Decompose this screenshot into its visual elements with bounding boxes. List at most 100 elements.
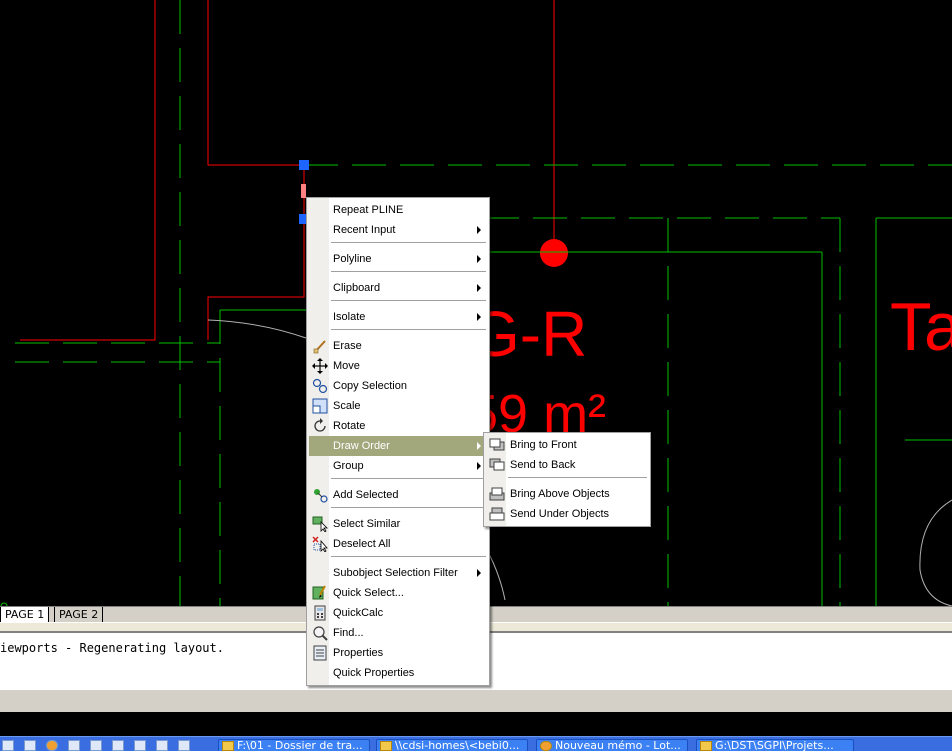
draw-order-submenu: Bring to Front Send to Back Bring Above … — [483, 432, 651, 527]
taskbar-item-memo[interactable]: Nouveau mémo - Lot... — [536, 739, 688, 751]
submenu-arrow-icon — [477, 313, 481, 321]
menu-item-label: Quick Select... — [333, 587, 404, 599]
menu-item-quick-properties[interactable]: Quick Properties — [309, 663, 487, 683]
menu-item-send-under-objects[interactable]: Send Under Objects — [486, 504, 648, 524]
grey-curve — [487, 551, 506, 601]
red-node-marker — [540, 239, 568, 267]
menu-item-rotate[interactable]: Rotate — [309, 416, 487, 436]
menu-item-label: Isolate — [333, 311, 366, 323]
menu-item-draw-order[interactable]: Draw Order — [309, 436, 487, 456]
menu-item-label: Move — [333, 360, 360, 372]
menu-item-label: Bring Above Objects — [510, 488, 610, 500]
taskbar-item-label: \\cdsi-homes\<bebi0... — [395, 739, 520, 751]
grey-curve — [207, 319, 307, 339]
send-under-icon — [489, 507, 505, 521]
taskbar-item-folder-2[interactable]: \\cdsi-homes\<bebi0... — [376, 739, 528, 751]
menu-item-deselect-all[interactable]: Deselect All — [309, 534, 487, 554]
submenu-arrow-icon — [477, 226, 481, 234]
menu-item-label: Subobject Selection Filter — [333, 567, 458, 579]
taskbar-item-label: F:\01 - Dossier de tra... — [237, 739, 363, 751]
menu-item-label: Properties — [333, 647, 384, 659]
menu-item-quick-select[interactable]: Quick Select... — [309, 583, 487, 603]
calculator-icon — [314, 605, 326, 621]
menu-item-repeat-pline[interactable]: Repeat PLINE — [309, 200, 487, 220]
submenu-arrow-icon — [477, 255, 481, 263]
context-menu: Repeat PLINE Recent Input Polyline Clipb… — [306, 197, 490, 686]
tab-page-1[interactable]: PAGE 1 — [0, 607, 50, 623]
menu-item-group[interactable]: Group — [309, 456, 487, 476]
menu-item-scale[interactable]: Scale — [309, 396, 487, 416]
menu-item-label: Clipboard — [333, 282, 381, 294]
menu-separator — [508, 477, 647, 479]
properties-icon — [313, 645, 327, 661]
taskbar-item-folder-1[interactable]: F:\01 - Dossier de tra... — [218, 739, 370, 751]
quicklaunch-icon[interactable] — [134, 740, 146, 751]
submenu-arrow-icon — [477, 569, 481, 577]
menu-item-label: Find... — [333, 627, 364, 639]
menu-separator — [331, 556, 486, 558]
menu-item-label: Deselect All — [333, 538, 391, 550]
submenu-arrow-icon — [477, 462, 481, 470]
send-to-back-icon — [489, 458, 505, 471]
menu-item-bring-to-front[interactable]: Bring to Front — [486, 435, 648, 455]
menu-separator — [331, 329, 486, 331]
selection-grip-midpoint[interactable] — [301, 184, 306, 198]
move-icon — [312, 358, 328, 374]
taskbar-item-label: G:\DST\SGPI\Projets... — [715, 739, 834, 751]
room-label-text-right: Ta — [890, 289, 952, 365]
quicklaunch-icon[interactable] — [24, 740, 36, 751]
menu-item-erase[interactable]: Erase — [309, 336, 487, 356]
grey-curve — [919, 499, 952, 606]
menu-item-polyline[interactable]: Polyline — [309, 249, 487, 269]
selection-grip[interactable] — [299, 160, 309, 170]
menu-separator — [331, 271, 486, 273]
erase-icon — [313, 340, 326, 354]
quicklaunch-icon[interactable] — [112, 740, 124, 751]
menu-item-recent-input[interactable]: Recent Input — [309, 220, 487, 240]
selection-grip[interactable] — [299, 214, 306, 224]
scale-icon — [312, 398, 328, 414]
menu-item-label: Add Selected — [333, 489, 399, 501]
submenu-arrow-icon — [477, 284, 481, 292]
red-wall-line — [207, 0, 305, 340]
quicklaunch-icon[interactable] — [90, 740, 102, 751]
quicklaunch-icon[interactable] — [68, 740, 80, 751]
quicklaunch-icon[interactable] — [156, 740, 168, 751]
menu-item-label: Group — [333, 460, 364, 472]
find-icon — [313, 626, 328, 641]
tab-page-2[interactable]: PAGE 2 — [54, 607, 104, 623]
quicklaunch-icon[interactable] — [46, 740, 58, 751]
menu-separator — [331, 242, 486, 244]
menu-item-label: Quick Properties — [333, 667, 415, 679]
menu-item-properties[interactable]: Properties — [309, 643, 487, 663]
menu-item-label: Send Under Objects — [510, 508, 610, 520]
menu-item-send-to-back[interactable]: Send to Back — [486, 455, 648, 475]
bring-above-icon — [489, 487, 505, 501]
menu-item-label: Recent Input — [333, 224, 396, 236]
deselect-icon — [312, 536, 328, 552]
menu-item-find[interactable]: Find... — [309, 623, 487, 643]
windows-taskbar: F:\01 - Dossier de tra... \\cdsi-homes\<… — [0, 736, 952, 751]
menu-item-label: Polyline — [333, 253, 372, 265]
submenu-arrow-icon — [477, 442, 481, 450]
menu-item-quickcalc[interactable]: QuickCalc — [309, 603, 487, 623]
menu-item-subobject-filter[interactable]: Subobject Selection Filter — [309, 563, 487, 583]
menu-item-select-similar[interactable]: Select Similar — [309, 514, 487, 534]
taskbar-item-folder-3[interactable]: G:\DST\SGPI\Projets... — [696, 739, 854, 751]
copy-icon — [312, 378, 328, 394]
red-wall-line — [20, 0, 156, 341]
command-history-text: iewports - Regenerating layout. — [0, 641, 224, 655]
menu-item-add-selected[interactable]: Add Selected — [309, 485, 487, 505]
menu-item-isolate[interactable]: Isolate — [309, 307, 487, 327]
menu-item-move[interactable]: Move — [309, 356, 487, 376]
quicklaunch-icon[interactable] — [2, 740, 14, 751]
menu-item-label: Draw Order — [333, 440, 390, 452]
menu-item-copy-selection[interactable]: Copy Selection — [309, 376, 487, 396]
quicklaunch-icon[interactable] — [178, 740, 190, 751]
add-selected-icon — [314, 489, 328, 503]
menu-item-clipboard[interactable]: Clipboard — [309, 278, 487, 298]
menu-item-bring-above-objects[interactable]: Bring Above Objects — [486, 484, 648, 504]
menu-item-label: Erase — [333, 340, 362, 352]
quick-select-icon — [312, 585, 326, 600]
menu-item-label: Repeat PLINE — [333, 204, 404, 216]
